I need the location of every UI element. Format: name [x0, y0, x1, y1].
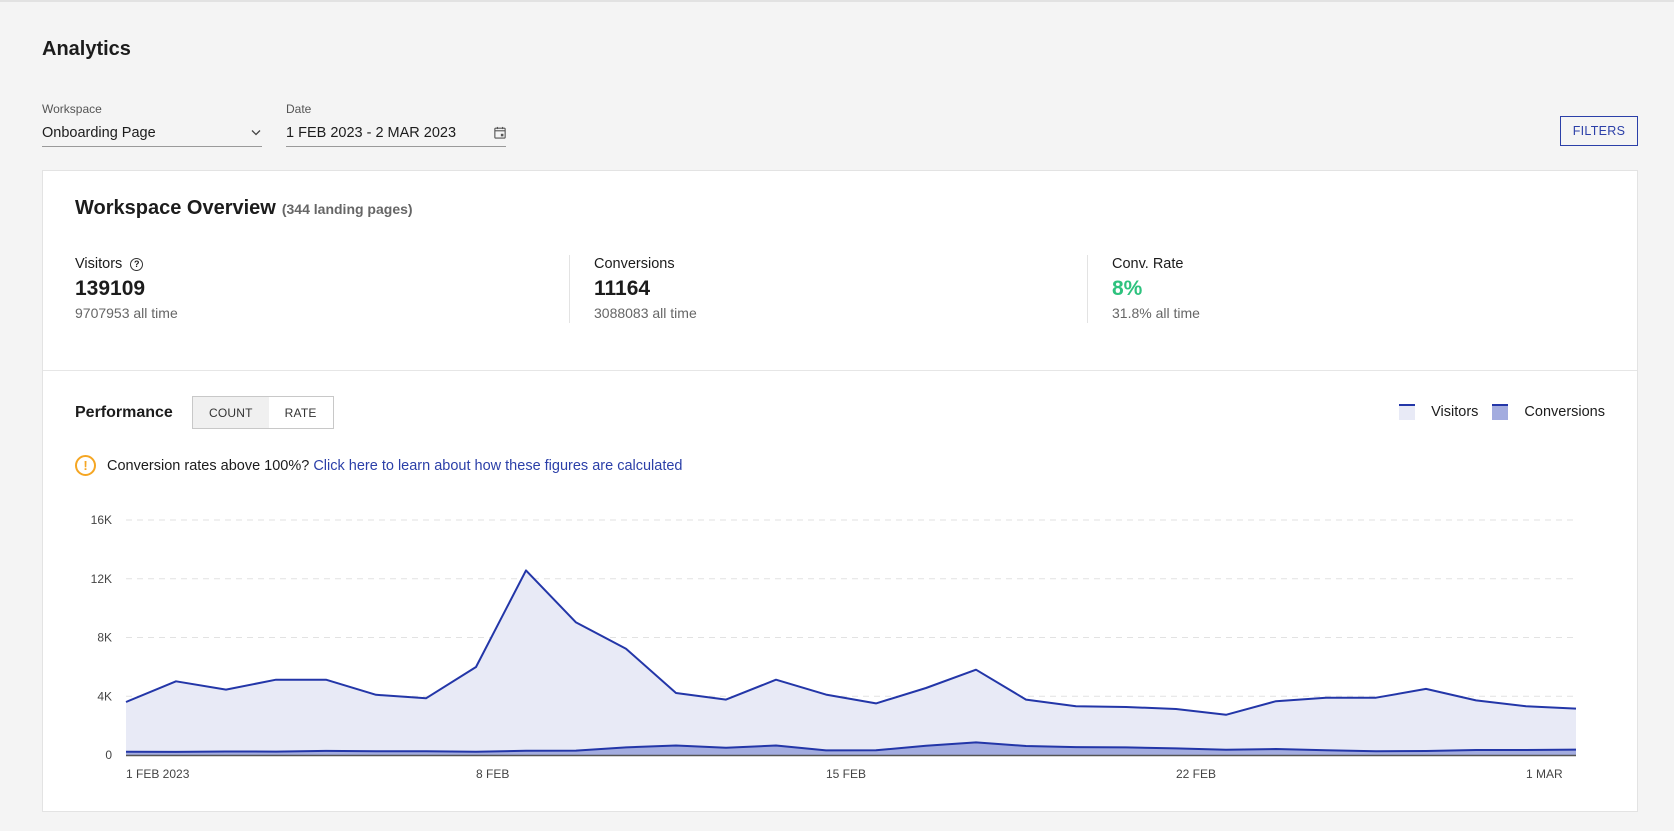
date-value: 1 FEB 2023 - 2 MAR 2023 [286, 124, 457, 141]
y-tick-label: 4K [97, 689, 112, 703]
date-field: Date 1 FEB 2023 - 2 MAR 2023 [286, 102, 506, 147]
x-tick-label: 15 FEB [826, 767, 866, 781]
x-tick-label: 1 MAR [1526, 767, 1563, 781]
chevron-down-icon [250, 127, 262, 139]
date-range-input[interactable]: 1 FEB 2023 - 2 MAR 2023 [286, 121, 506, 147]
x-tick-label: 8 FEB [476, 767, 509, 781]
workspace-value: Onboarding Page [42, 124, 156, 141]
performance-chart: 0 4K 8K 12K 16K 1 FEB 2023 8 FEB 15 FEB 22 FEB 1… [91, 513, 1577, 781]
date-label: Date [286, 102, 312, 116]
y-tick-label: 0 [105, 748, 112, 762]
workspace-select[interactable]: Onboarding Page [42, 121, 262, 147]
x-tick-label: 1 FEB 2023 [126, 767, 190, 781]
workspace-overview-card: Workspace Overview (344 landing pages) Vi… [42, 170, 1638, 812]
workspace-field: Workspace Onboarding Page [42, 102, 262, 147]
workspace-label: Workspace [42, 102, 102, 116]
filters-button[interactable]: FILTERS [1560, 116, 1638, 146]
visitors-area [126, 570, 1576, 755]
y-tick-label: 16K [91, 513, 112, 527]
page-title: Analytics [42, 38, 131, 60]
y-tick-label: 8K [97, 631, 112, 645]
x-tick-label: 22 FEB [1176, 767, 1216, 781]
calendar-icon[interactable] [494, 126, 506, 139]
y-tick-label: 12K [91, 572, 112, 586]
